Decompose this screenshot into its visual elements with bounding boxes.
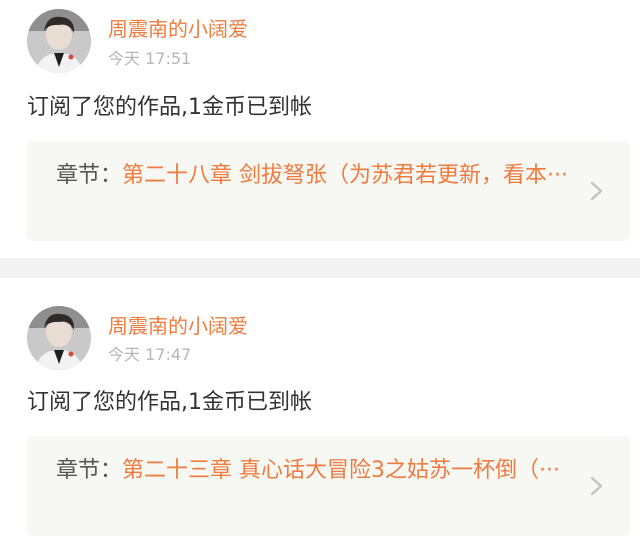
notification-card: 周震南的小阔爱 今天 17:51 订阅了您的作品,1金币已到帐 章节：第二十八章… (0, 0, 640, 258)
chapter-link[interactable]: 章节：第二十三章 真心话大冒险3之姑苏一杯倒（··· (27, 436, 630, 536)
chapter-prefix: 章节： (56, 163, 123, 188)
notification-feed: 周震南的小阔爱 今天 17:51 订阅了您的作品,1金币已到帐 章节：第二十八章… (0, 0, 640, 545)
avatar[interactable] (27, 306, 91, 370)
username[interactable]: 周震南的小阔爱 (108, 17, 248, 41)
avatar-icon (27, 9, 91, 73)
chapter-title: 第二十八章 剑拔弩张（为苏君若更新，看本··· (122, 163, 568, 188)
message-text: 订阅了您的作品,1金币已到帐 (27, 95, 312, 120)
notification-card: 周震南的小阔爱 今天 17:47 订阅了您的作品,1金币已到帐 章节：第二十三章… (0, 278, 640, 545)
chapter-info: 章节：第二十三章 真心话大冒险3之姑苏一杯倒（··· (56, 455, 586, 486)
chevron-right-icon (590, 476, 603, 496)
timestamp: 今天 17:51 (108, 49, 192, 68)
username[interactable]: 周震南的小阔爱 (108, 314, 248, 338)
chevron-right-icon (590, 181, 603, 201)
avatar-icon (27, 306, 91, 370)
avatar[interactable] (27, 9, 91, 73)
separator (0, 258, 640, 278)
chapter-title: 第二十三章 真心话大冒险3之姑苏一杯倒（··· (122, 458, 560, 483)
timestamp: 今天 17:47 (108, 345, 192, 364)
message-text: 订阅了您的作品,1金币已到帐 (27, 390, 312, 415)
chapter-link[interactable]: 章节：第二十八章 剑拔弩张（为苏君若更新，看本··· (27, 141, 630, 241)
chapter-prefix: 章节： (56, 458, 123, 483)
chapter-info: 章节：第二十八章 剑拔弩张（为苏君若更新，看本··· (56, 160, 586, 191)
